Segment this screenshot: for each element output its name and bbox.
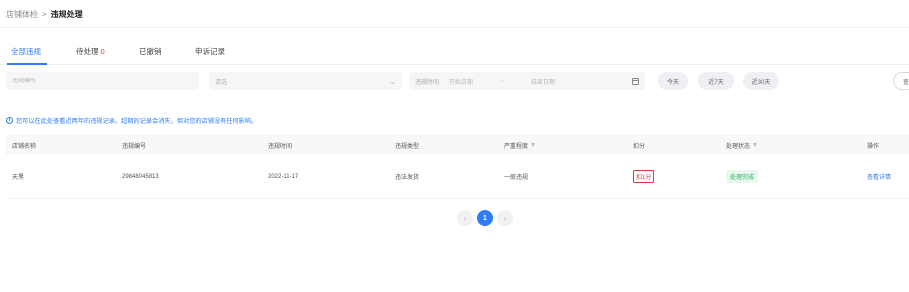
- view-details-link[interactable]: 查看详情: [867, 172, 891, 181]
- header-status[interactable]: 处理状态: [726, 135, 758, 155]
- quick-7days-button[interactable]: 近7天: [698, 72, 734, 90]
- table-header: 店铺名称 违规编号 违规时间 违规类型 严重程度 扣分 处理状态 操作: [6, 135, 909, 155]
- next-page-button[interactable]: ›: [497, 210, 513, 226]
- deduction-badge: 扣1分: [633, 170, 655, 183]
- breadcrumb: 店铺体检 > 违规处理: [6, 9, 83, 20]
- violation-number-field: [6, 72, 199, 90]
- cell-violation-number: 29848045813: [122, 173, 159, 180]
- table-row: 天黑 29848045813 2022-11-17 违法发货 一般违规 扣1分 …: [6, 155, 909, 199]
- pagination: ‹ 1 ›: [457, 210, 513, 226]
- tab-bar: 全部违规 待处理 0 已撤销 申诉记录: [0, 41, 909, 65]
- cell-deduction: 扣1分: [633, 155, 655, 198]
- violations-table: 店铺名称 违规编号 违规时间 违规类型 严重程度 扣分 处理状态 操作 天黑 2…: [6, 135, 909, 199]
- status-badge: 处理完成: [726, 170, 759, 183]
- breadcrumb-current: 违规处理: [50, 10, 83, 19]
- type-select-placeholder: 请选: [215, 79, 228, 86]
- tab-label: 全部违规: [11, 47, 41, 56]
- quick-30days-button[interactable]: 近30天: [743, 72, 779, 90]
- tab-all-violations[interactable]: 全部违规: [11, 46, 41, 57]
- cell-shop-name: 天黑: [12, 175, 25, 181]
- date-end-input[interactable]: 结束日期: [531, 77, 555, 86]
- tab-label: 申诉记录: [195, 47, 225, 56]
- active-tab-indicator: [7, 63, 47, 65]
- cell-severity: 一般违规: [504, 175, 529, 181]
- filter-icon[interactable]: [531, 143, 536, 147]
- page-number-current[interactable]: 1: [477, 210, 493, 226]
- cell-actions: 查看详情: [867, 155, 891, 198]
- cell-status: 处理完成: [726, 155, 759, 198]
- header-violation-type: 违规类型: [395, 143, 420, 150]
- quick-today-button[interactable]: 今天: [658, 72, 688, 90]
- date-range-label: 违规时间: [415, 79, 440, 86]
- tab-revoked[interactable]: 已撤销: [139, 46, 162, 57]
- filter-bar: 请选 ⌄ 违规时间 开始日期 - 结束日期 今天 近7天 近30天 查: [0, 72, 909, 90]
- header-shop-name: 店铺名称: [12, 143, 37, 150]
- header-severity-label: 严重程度: [504, 143, 529, 150]
- header-status-label: 处理状态: [726, 143, 751, 150]
- chevron-down-icon: ⌄: [389, 76, 396, 86]
- tab-label: 待处理: [76, 47, 99, 56]
- breadcrumb-root-link[interactable]: 店铺体检: [6, 9, 38, 20]
- tab-appeal-records[interactable]: 申诉记录: [195, 46, 225, 57]
- header-violation-number: 违规编号: [122, 143, 147, 150]
- info-icon: i: [6, 117, 13, 124]
- violation-number-input[interactable]: [12, 78, 193, 84]
- date-range-picker[interactable]: 违规时间 开始日期 - 结束日期: [409, 72, 645, 90]
- header-severity[interactable]: 严重程度: [504, 135, 536, 155]
- prev-page-button[interactable]: ‹: [457, 210, 473, 226]
- header-deduction: 扣分: [633, 143, 646, 150]
- date-separator: -: [501, 78, 504, 84]
- cell-violation-type: 违法发货: [395, 175, 420, 181]
- pending-count-badge: 0: [100, 47, 105, 56]
- header-violation-time: 违规时间: [268, 143, 293, 150]
- calendar-icon: [632, 77, 639, 85]
- search-button[interactable]: 查: [893, 72, 909, 90]
- filter-icon[interactable]: [753, 143, 758, 147]
- breadcrumb-separator: >: [42, 10, 47, 19]
- tab-pending[interactable]: 待处理 0: [76, 46, 105, 57]
- cell-violation-time: 2022-11-17: [268, 173, 299, 180]
- retention-notice: i 您可以在此处查看近两年的违规记录。超期的记录会消失，但对您的店铺没有任何影响…: [6, 116, 257, 125]
- date-start-input[interactable]: 开始日期: [449, 77, 473, 86]
- header-divider: [0, 27, 909, 28]
- tab-label: 已撤销: [139, 47, 162, 56]
- header-actions: 操作: [867, 143, 880, 150]
- notice-text: 您可以在此处查看近两年的违规记录。超期的记录会消失，但对您的店铺没有任何影响。: [16, 118, 258, 125]
- type-select[interactable]: 请选 ⌄: [209, 72, 402, 90]
